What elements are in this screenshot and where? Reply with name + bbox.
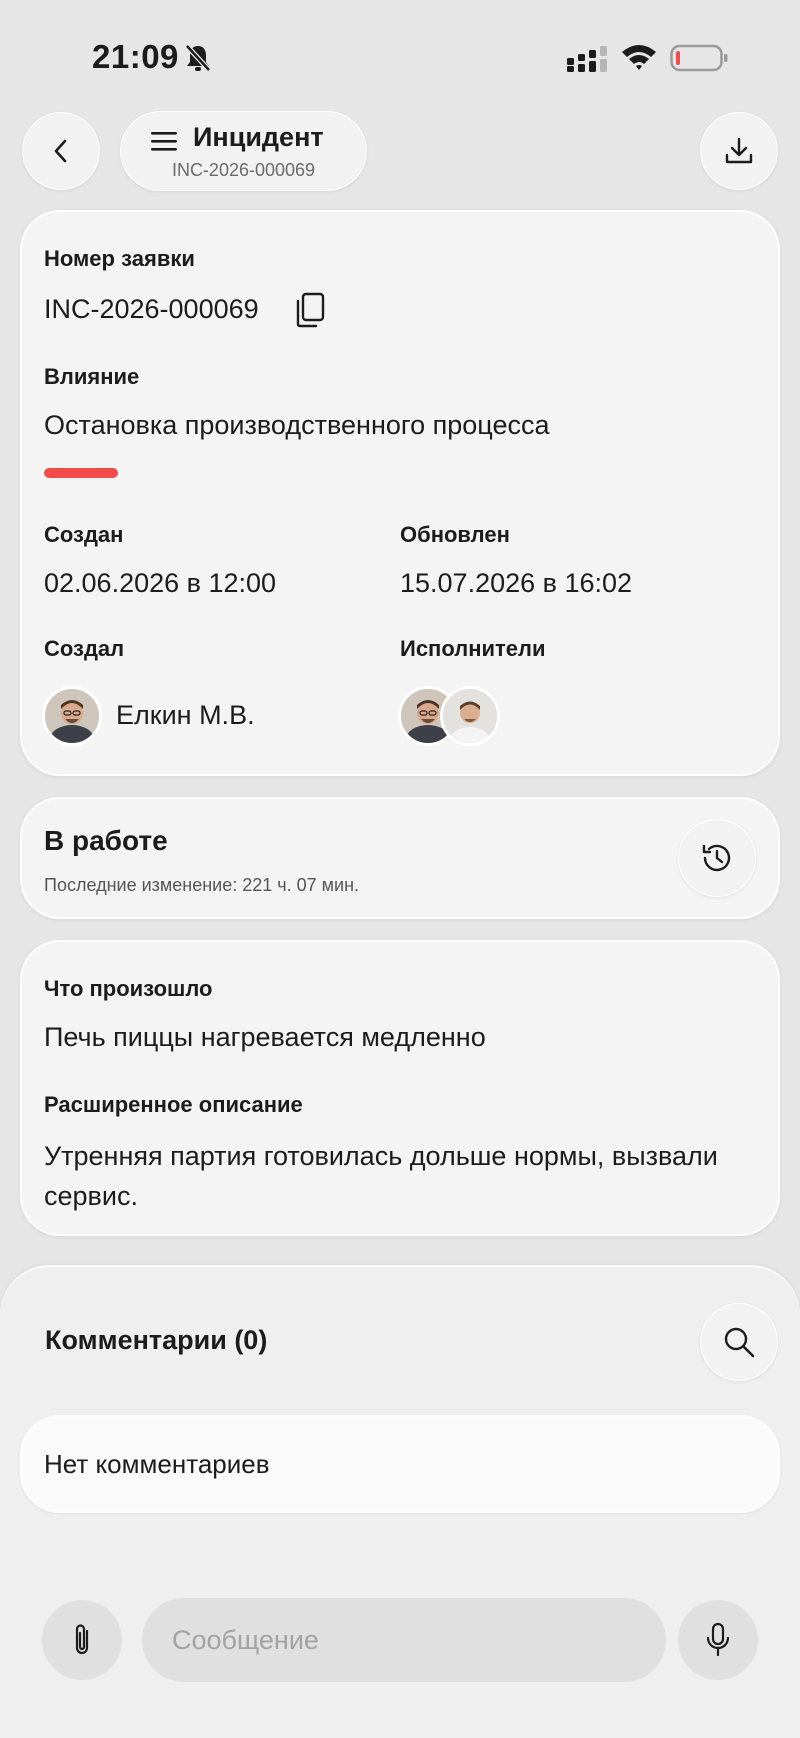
download-icon xyxy=(725,137,753,164)
author-label: Создал xyxy=(44,636,125,661)
page-title: Инцидент xyxy=(193,122,324,152)
status-card: В работе Последние изменение: 221 ч. 07 … xyxy=(20,797,780,919)
search-comments-button[interactable] xyxy=(700,1303,778,1381)
impact-label: Влияние xyxy=(44,364,140,389)
description-card: Что произошло Печь пиццы нагревается мед… xyxy=(20,940,780,1236)
ticket-info-card: Номер заявки INC-2026-000069 Влияние Ост… xyxy=(20,210,780,776)
created-label: Создан xyxy=(44,522,124,547)
assignee-avatar[interactable] xyxy=(440,686,500,746)
extended-description-label: Расширенное описание xyxy=(44,1092,303,1117)
extended-description-value: Утренняя партия готовилась дольше нормы,… xyxy=(44,1141,718,1211)
ticket-number-value: INC-2026-000069 xyxy=(44,294,259,324)
history-icon xyxy=(702,844,731,872)
ticket-number-label: Номер заявки xyxy=(44,246,195,271)
incident-screen: 21:09 Инцидент INC-2026-000069 Номер зая… xyxy=(0,0,800,1738)
chevron-left-icon xyxy=(54,139,67,163)
status-time: 21:09 xyxy=(92,38,179,75)
search-icon xyxy=(724,1327,755,1358)
created-value: 02.06.2026 в 12:00 xyxy=(44,568,277,598)
history-button[interactable] xyxy=(678,819,756,897)
author-avatar[interactable] xyxy=(42,686,102,746)
what-happened-label: Что произошло xyxy=(44,976,213,1001)
menu-icon xyxy=(151,132,177,151)
assignees-label: Исполнители xyxy=(400,636,546,661)
impact-level-indicator xyxy=(44,468,118,478)
comments-empty-text: Нет комментариев xyxy=(44,1449,270,1479)
author-name: Елкин М.В. xyxy=(116,700,255,730)
copy-icon[interactable] xyxy=(294,292,326,328)
attach-button[interactable] xyxy=(42,1600,122,1680)
what-happened-value: Печь пиццы нагревается медленно xyxy=(44,1022,486,1052)
paperclip-icon xyxy=(75,1624,89,1655)
impact-value: Остановка производственного процесса xyxy=(44,410,550,440)
status-last-change: Последние изменение: 221 ч. 07 мин. xyxy=(44,875,360,895)
microphone-icon xyxy=(706,1622,730,1657)
cellular-signal-icon xyxy=(567,46,607,72)
updated-label: Обновлен xyxy=(400,522,510,547)
bell-muted-icon xyxy=(185,44,211,72)
wifi-icon xyxy=(622,45,656,70)
message-input[interactable] xyxy=(142,1598,666,1682)
page-subtitle: INC-2026-000069 xyxy=(171,160,316,180)
updated-value: 15.07.2026 в 16:02 xyxy=(400,568,633,598)
voice-message-button[interactable] xyxy=(678,1600,758,1680)
battery-low-icon xyxy=(670,44,728,72)
status-title: В работе xyxy=(44,825,168,856)
back-button[interactable] xyxy=(22,112,100,190)
status-bar: 21:09 xyxy=(0,0,800,110)
comments-title: Комментарии (0) xyxy=(45,1325,268,1355)
download-button[interactable] xyxy=(700,112,778,190)
comments-empty-state: Нет комментариев xyxy=(20,1415,780,1513)
incident-title-pill[interactable]: Инцидент INC-2026-000069 xyxy=(120,111,367,191)
